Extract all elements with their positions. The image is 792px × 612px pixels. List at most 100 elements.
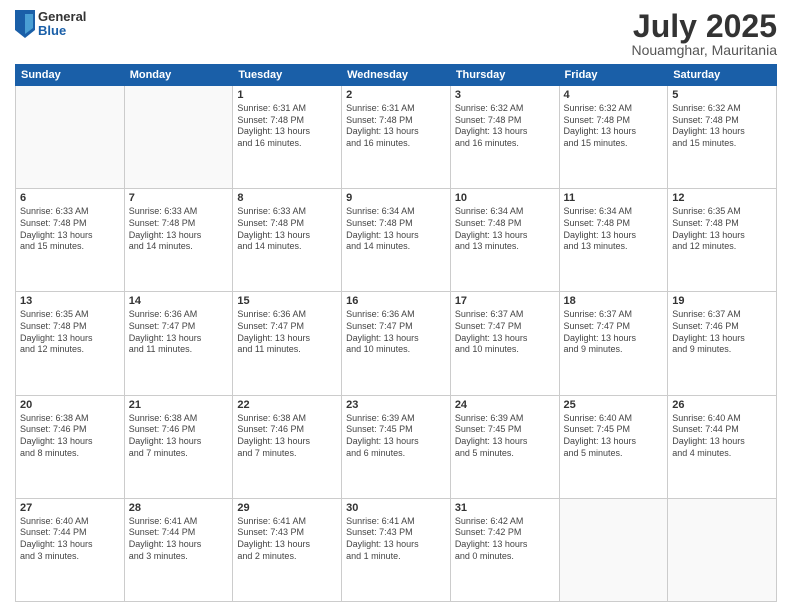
calendar-cell: 17 Sunrise: 6:37 AM Sunset: 7:47 PM Dayli… xyxy=(450,292,559,395)
day-number: 4 xyxy=(564,89,664,101)
week-row-2: 6Sunrise: 6:33 AM Sunset: 7:48 PM Daylig… xyxy=(16,189,777,292)
calendar-cell: 21 Sunrise: 6:38 AM Sunset: 7:46 PM Dayli… xyxy=(124,395,233,498)
calendar-cell: 24 Sunrise: 6:39 AM Sunset: 7:45 PM Dayli… xyxy=(450,395,559,498)
day-info: Sunrise: 6:32 AM Sunset: 7:48 PM Dayligh… xyxy=(564,103,664,150)
day-number: 13 xyxy=(20,295,120,307)
day-number: 5 xyxy=(672,89,772,101)
calendar-cell: 3 Sunrise: 6:32 AM Sunset: 7:48 PM Daylig… xyxy=(450,86,559,189)
calendar-cell: 12Sunrise: 6:35 AM Sunset: 7:48 PM Dayli… xyxy=(668,189,777,292)
calendar-cell: 2 Sunrise: 6:31 AM Sunset: 7:48 PM Daylig… xyxy=(342,86,451,189)
month-title: July 2025 xyxy=(631,10,777,42)
day-info: Sunrise: 6:39 AM Sunset: 7:45 PM Dayligh… xyxy=(346,413,446,460)
calendar-cell: 6Sunrise: 6:33 AM Sunset: 7:48 PM Daylig… xyxy=(16,189,125,292)
calendar-cell: 10 Sunrise: 6:34 AM Sunset: 7:48 PM Dayli… xyxy=(450,189,559,292)
calendar-header-friday: Friday xyxy=(559,65,668,86)
week-row-5: 27 Sunrise: 6:40 AM Sunset: 7:44 PM Dayli… xyxy=(16,498,777,601)
calendar-header-wednesday: Wednesday xyxy=(342,65,451,86)
day-info: Sunrise: 6:41 AM Sunset: 7:43 PM Dayligh… xyxy=(237,516,337,563)
day-info: Sunrise: 6:33 AM Sunset: 7:48 PM Dayligh… xyxy=(129,206,229,253)
calendar-cell: 5Sunrise: 6:32 AM Sunset: 7:48 PM Daylig… xyxy=(668,86,777,189)
day-number: 3 xyxy=(455,89,555,101)
calendar-cell: 30 Sunrise: 6:41 AM Sunset: 7:43 PM Dayli… xyxy=(342,498,451,601)
calendar-cell: 28 Sunrise: 6:41 AM Sunset: 7:44 PM Dayli… xyxy=(124,498,233,601)
day-number: 14 xyxy=(129,295,229,307)
calendar-cell xyxy=(559,498,668,601)
calendar-cell: 31Sunrise: 6:42 AM Sunset: 7:42 PM Dayli… xyxy=(450,498,559,601)
day-number: 26 xyxy=(672,399,772,411)
day-info: Sunrise: 6:37 AM Sunset: 7:47 PM Dayligh… xyxy=(455,309,555,356)
calendar-cell: 20 Sunrise: 6:38 AM Sunset: 7:46 PM Dayli… xyxy=(16,395,125,498)
calendar-header-monday: Monday xyxy=(124,65,233,86)
calendar-cell: 27 Sunrise: 6:40 AM Sunset: 7:44 PM Dayli… xyxy=(16,498,125,601)
calendar-cell: 26 Sunrise: 6:40 AM Sunset: 7:44 PM Dayli… xyxy=(668,395,777,498)
calendar-cell xyxy=(124,86,233,189)
calendar-header-tuesday: Tuesday xyxy=(233,65,342,86)
day-info: Sunrise: 6:35 AM Sunset: 7:48 PM Dayligh… xyxy=(20,309,120,356)
calendar-header-thursday: Thursday xyxy=(450,65,559,86)
calendar-cell: 19 Sunrise: 6:37 AM Sunset: 7:46 PM Dayli… xyxy=(668,292,777,395)
logo-blue: Blue xyxy=(38,24,86,38)
logo-general: General xyxy=(38,10,86,24)
day-info: Sunrise: 6:36 AM Sunset: 7:47 PM Dayligh… xyxy=(346,309,446,356)
day-info: Sunrise: 6:36 AM Sunset: 7:47 PM Dayligh… xyxy=(129,309,229,356)
header: General Blue July 2025 Nouamghar, Maurit… xyxy=(15,10,777,58)
calendar-cell: 8 Sunrise: 6:33 AM Sunset: 7:48 PM Daylig… xyxy=(233,189,342,292)
day-info: Sunrise: 6:34 AM Sunset: 7:48 PM Dayligh… xyxy=(455,206,555,253)
day-number: 8 xyxy=(237,192,337,204)
day-number: 29 xyxy=(237,502,337,514)
page: General Blue July 2025 Nouamghar, Maurit… xyxy=(0,0,792,612)
day-info: Sunrise: 6:32 AM Sunset: 7:48 PM Dayligh… xyxy=(455,103,555,150)
logo-text: General Blue xyxy=(38,10,86,39)
day-number: 2 xyxy=(346,89,446,101)
day-number: 19 xyxy=(672,295,772,307)
day-number: 27 xyxy=(20,502,120,514)
calendar-table: SundayMondayTuesdayWednesdayThursdayFrid… xyxy=(15,64,777,602)
day-number: 1 xyxy=(237,89,337,101)
day-info: Sunrise: 6:42 AM Sunset: 7:42 PM Dayligh… xyxy=(455,516,555,563)
week-row-1: 1 Sunrise: 6:31 AM Sunset: 7:48 PM Daylig… xyxy=(16,86,777,189)
day-info: Sunrise: 6:41 AM Sunset: 7:44 PM Dayligh… xyxy=(129,516,229,563)
title-block: July 2025 Nouamghar, Mauritania xyxy=(631,10,777,58)
day-info: Sunrise: 6:34 AM Sunset: 7:48 PM Dayligh… xyxy=(564,206,664,253)
day-number: 20 xyxy=(20,399,120,411)
day-number: 10 xyxy=(455,192,555,204)
calendar-cell xyxy=(16,86,125,189)
day-number: 17 xyxy=(455,295,555,307)
calendar-header-sunday: Sunday xyxy=(16,65,125,86)
day-info: Sunrise: 6:34 AM Sunset: 7:48 PM Dayligh… xyxy=(346,206,446,253)
day-number: 25 xyxy=(564,399,664,411)
location: Nouamghar, Mauritania xyxy=(631,42,777,58)
day-info: Sunrise: 6:38 AM Sunset: 7:46 PM Dayligh… xyxy=(20,413,120,460)
day-number: 15 xyxy=(237,295,337,307)
day-info: Sunrise: 6:31 AM Sunset: 7:48 PM Dayligh… xyxy=(346,103,446,150)
day-number: 23 xyxy=(346,399,446,411)
day-info: Sunrise: 6:37 AM Sunset: 7:46 PM Dayligh… xyxy=(672,309,772,356)
day-number: 18 xyxy=(564,295,664,307)
calendar-cell: 15 Sunrise: 6:36 AM Sunset: 7:47 PM Dayli… xyxy=(233,292,342,395)
week-row-4: 20 Sunrise: 6:38 AM Sunset: 7:46 PM Dayli… xyxy=(16,395,777,498)
day-number: 30 xyxy=(346,502,446,514)
day-info: Sunrise: 6:41 AM Sunset: 7:43 PM Dayligh… xyxy=(346,516,446,563)
day-number: 21 xyxy=(129,399,229,411)
calendar-cell: 22Sunrise: 6:38 AM Sunset: 7:46 PM Dayli… xyxy=(233,395,342,498)
calendar-cell: 14 Sunrise: 6:36 AM Sunset: 7:47 PM Dayli… xyxy=(124,292,233,395)
logo-icon xyxy=(15,10,35,38)
calendar-cell: 9Sunrise: 6:34 AM Sunset: 7:48 PM Daylig… xyxy=(342,189,451,292)
day-info: Sunrise: 6:40 AM Sunset: 7:44 PM Dayligh… xyxy=(20,516,120,563)
day-info: Sunrise: 6:35 AM Sunset: 7:48 PM Dayligh… xyxy=(672,206,772,253)
day-info: Sunrise: 6:39 AM Sunset: 7:45 PM Dayligh… xyxy=(455,413,555,460)
day-number: 24 xyxy=(455,399,555,411)
day-info: Sunrise: 6:33 AM Sunset: 7:48 PM Dayligh… xyxy=(20,206,120,253)
day-info: Sunrise: 6:37 AM Sunset: 7:47 PM Dayligh… xyxy=(564,309,664,356)
calendar-cell xyxy=(668,498,777,601)
calendar-cell: 7Sunrise: 6:33 AM Sunset: 7:48 PM Daylig… xyxy=(124,189,233,292)
day-info: Sunrise: 6:36 AM Sunset: 7:47 PM Dayligh… xyxy=(237,309,337,356)
day-number: 28 xyxy=(129,502,229,514)
day-info: Sunrise: 6:33 AM Sunset: 7:48 PM Dayligh… xyxy=(237,206,337,253)
calendar-cell: 29 Sunrise: 6:41 AM Sunset: 7:43 PM Dayli… xyxy=(233,498,342,601)
calendar-cell: 1 Sunrise: 6:31 AM Sunset: 7:48 PM Daylig… xyxy=(233,86,342,189)
day-info: Sunrise: 6:38 AM Sunset: 7:46 PM Dayligh… xyxy=(129,413,229,460)
day-info: Sunrise: 6:40 AM Sunset: 7:44 PM Dayligh… xyxy=(672,413,772,460)
day-info: Sunrise: 6:38 AM Sunset: 7:46 PM Dayligh… xyxy=(237,413,337,460)
day-info: Sunrise: 6:31 AM Sunset: 7:48 PM Dayligh… xyxy=(237,103,337,150)
